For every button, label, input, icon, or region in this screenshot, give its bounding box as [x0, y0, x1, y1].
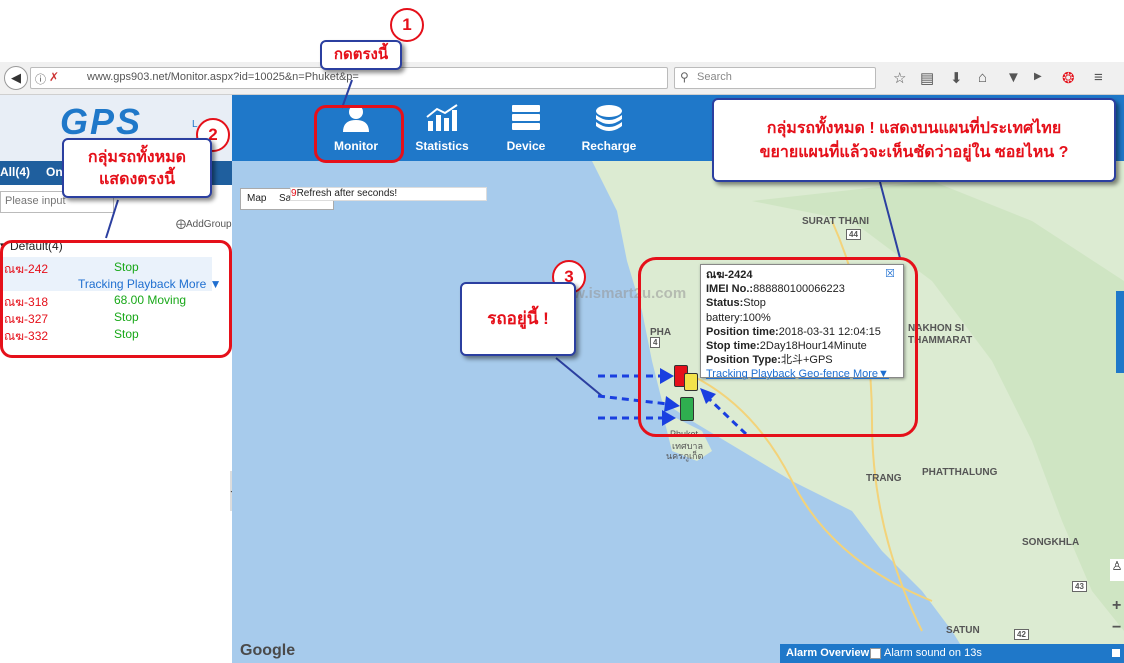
map-highlight-box	[638, 257, 918, 437]
callout-map-line1: กลุ่มรถทั้งหมด ! แสดงบนแผนที่ประเทศไทย	[766, 120, 1062, 137]
callout-step1: กดตรงนี้	[320, 40, 402, 70]
vehicle-list-highlight-box	[0, 240, 232, 358]
step-number: 1	[390, 8, 424, 42]
monitor-highlight-box	[314, 105, 404, 163]
callout-map: กลุ่มรถทั้งหมด ! แสดงบนแผนที่ประเทศไทย ข…	[712, 98, 1116, 182]
callout-step2-line2: แสดงตรงนี้	[98, 171, 175, 188]
callout-step2: กลุ่มรถทั้งหมด แสดงตรงนี้	[62, 138, 212, 198]
callout-step2-line1: กลุ่มรถทั้งหมด	[87, 149, 187, 166]
callout-map-line2: ขยายแผนที่แล้วจะเห็นชัดว่าอยู่ใน ซอยไหน …	[759, 144, 1069, 161]
callout-step3: รถอยู่นี้ !	[460, 282, 576, 356]
